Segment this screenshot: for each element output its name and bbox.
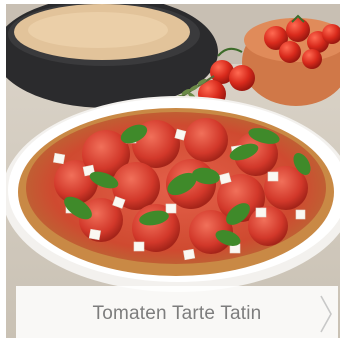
recipe-card[interactable]: Tomaten Tarte Tatin — [6, 4, 340, 338]
recipe-title: Tomaten Tarte Tatin — [92, 303, 262, 324]
chevron-right-icon[interactable] — [318, 294, 334, 334]
caption-bar[interactable]: Tomaten Tarte Tatin — [16, 286, 338, 338]
